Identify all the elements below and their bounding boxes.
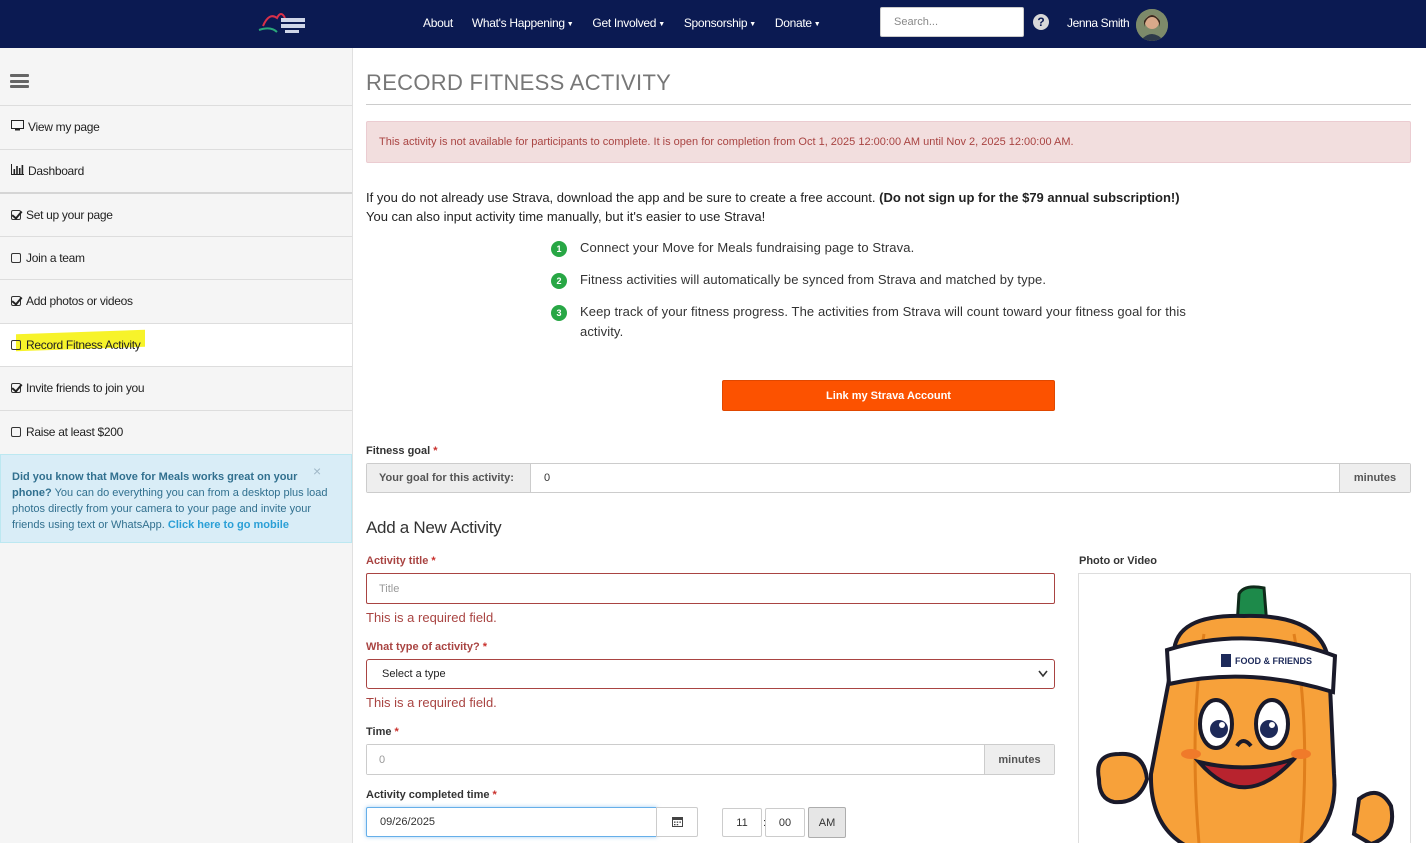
checkbox-empty-icon [11,252,21,263]
fitness-goal-group: Your goal for this activity: minutes [366,463,1411,493]
monitor-icon [11,120,25,134]
sidebar-item-add-photos[interactable]: Add photos or videos [0,279,352,323]
avatar[interactable] [1136,9,1168,41]
calendar-button[interactable] [656,807,698,837]
top-navbar: About What's Happening ▼ Get Involved ▼ Sp… [0,0,1426,48]
sidebar-item-join-team[interactable]: Join a team [0,235,352,280]
sidebar-item-raise-200[interactable]: Raise at least $200 [0,409,352,454]
caret-down-icon: ▼ [566,21,574,28]
nav-about[interactable]: About [423,16,453,30]
mobile-info-alert: × Did you know that Move for Meals works… [0,454,352,543]
checkbox-checked-icon [11,383,21,394]
sidebar-item-dashboard[interactable]: Dashboard [0,148,352,193]
availability-alert: This activity is not available for parti… [366,121,1411,163]
caret-down-icon: ▼ [749,21,756,28]
time-suffix: minutes [984,745,1054,774]
step-number-badge: 1 [551,241,567,257]
step-item: 2 Fitness activities will automatically b… [551,270,1211,290]
activity-title-input[interactable] [366,573,1055,604]
search-input[interactable] [880,7,1024,37]
title-error: This is a required field. [366,610,497,625]
caret-down-icon: ▼ [658,21,665,28]
close-icon[interactable]: × [313,463,321,479]
time-group: minutes [366,744,1055,775]
photo-preview[interactable]: FOOD & FRIENDS [1078,573,1411,843]
sidebar-item-record-fitness[interactable]: Record Fitness Activity [0,322,352,366]
chevron-down-icon [1038,660,1048,700]
goal-suffix: minutes [1339,464,1410,492]
strava-intro: If you do not already use Strava, downlo… [366,190,1180,224]
sidebar-list: View my page Dashboard Set up your page … [0,105,352,453]
svg-text:FOOD & FRIENDS: FOOD & FRIENDS [1235,656,1312,666]
checkbox-checked-icon [11,209,21,220]
nav-whats-happening[interactable]: What's Happening ▼ [472,16,574,30]
intro-warning: (Do not sign up for the $79 annual subsc… [879,190,1180,205]
step-number-badge: 2 [551,273,567,289]
activity-type-select[interactable]: Select a type [366,659,1055,689]
goal-prefix: Your goal for this activity: [367,464,531,492]
nav-get-involved[interactable]: Get Involved ▼ [592,16,665,30]
caret-down-icon: ▼ [813,21,821,28]
main-nav: About What's Happening ▼ Get Involved ▼ Sp… [423,0,839,46]
sidebar-item-invite-friends[interactable]: Invite friends to join you [0,366,352,410]
nav-donate[interactable]: Donate ▼ [775,16,821,30]
user-name[interactable]: Jenna Smith [1067,16,1130,30]
step-number-badge: 3 [551,305,567,321]
minute-input[interactable] [765,808,805,837]
link-strava-button[interactable]: Link my Strava Account [722,380,1055,411]
completed-time-label: Activity completed time * [366,789,497,801]
strava-steps: 1 Connect your Move for Meals fundraising… [551,238,1211,354]
pumpkin-mascot-image: FOOD & FRIENDS [1096,585,1394,843]
photo-label: Photo or Video [1079,555,1158,567]
activity-type-label: What type of activity? * [366,641,488,653]
calendar-icon [671,815,683,830]
divider [366,104,1411,105]
move-for-meals-logo[interactable] [255,6,309,40]
go-mobile-link[interactable]: Click here to go mobile [168,519,289,531]
sidebar: View my page Dashboard Set up your page … [0,48,353,843]
checkbox-empty-icon [11,426,21,437]
activity-title-label: Activity title * [366,555,436,567]
time-input[interactable] [367,745,984,774]
time-label: Time * [366,726,399,738]
step-item: 3 Keep track of your fitness progress. Th… [551,302,1211,342]
date-input[interactable] [366,807,657,837]
page-title: RECORD FITNESS ACTIVITY [366,70,672,95]
ampm-toggle[interactable]: AM [808,807,846,838]
hamburger-menu-icon[interactable] [10,74,29,88]
sidebar-item-set-up-page[interactable]: Set up your page [0,192,352,236]
hour-input[interactable] [722,808,762,837]
nav-sponsorship[interactable]: Sponsorship ▼ [684,16,756,30]
fitness-goal-input[interactable] [531,464,1339,492]
type-error: This is a required field. [366,695,497,710]
checkbox-checked-icon [11,296,21,307]
sidebar-item-view-my-page[interactable]: View my page [0,105,352,149]
fitness-goal-label: Fitness goal * [366,445,438,457]
checkbox-empty-icon [11,339,21,350]
step-item: 1 Connect your Move for Meals fundraising… [551,238,1211,258]
help-icon[interactable]: ? [1033,14,1049,30]
add-activity-heading: Add a New Activity [366,518,502,537]
bar-chart-icon [11,163,25,178]
